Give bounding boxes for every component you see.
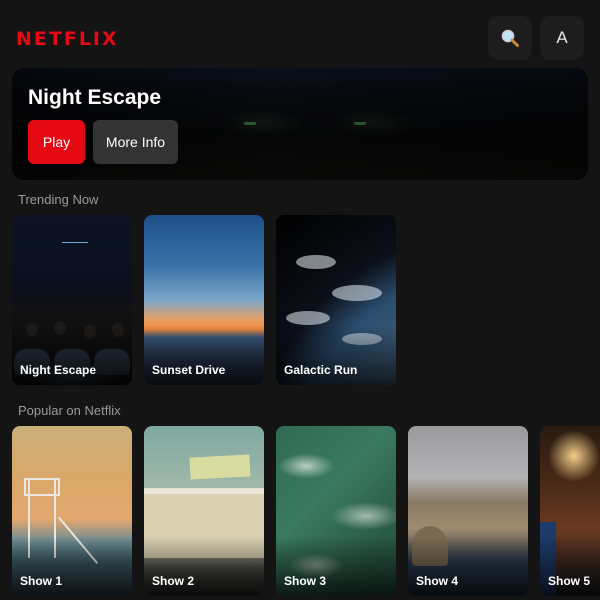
title-card[interactable]: Show 4 <box>408 426 528 596</box>
title-card[interactable]: Night Escape <box>12 215 132 385</box>
hero-banner: Night Escape Play More Info <box>12 68 588 180</box>
title-card[interactable]: Sunset Drive <box>144 215 264 385</box>
title-card[interactable]: Galactic Run <box>276 215 396 385</box>
row-title-trending: Trending Now <box>18 192 99 207</box>
play-button[interactable]: Play <box>28 120 85 164</box>
profile-button[interactable]: A <box>540 16 584 60</box>
profile-initial: A <box>556 28 568 47</box>
search-button[interactable] <box>488 16 532 60</box>
title-card[interactable]: Show 3 <box>276 426 396 596</box>
card-label: Galactic Run <box>284 363 358 377</box>
card-label: Show 2 <box>152 574 195 588</box>
more-info-button[interactable]: More Info <box>93 120 178 164</box>
netflix-logo[interactable]: NETFLIX <box>16 28 119 50</box>
title-card[interactable]: Show 5 <box>540 426 600 596</box>
card-label: Show 4 <box>416 574 459 588</box>
card-label: Night Escape <box>20 363 97 377</box>
hero-title: Night Escape <box>28 86 162 109</box>
card-label: Show 5 <box>548 574 591 588</box>
title-card[interactable]: Show 2 <box>144 426 264 596</box>
card-label: Sunset Drive <box>152 363 226 377</box>
card-label: Show 3 <box>284 574 327 588</box>
search-icon <box>501 29 519 47</box>
card-label: Show 1 <box>20 574 63 588</box>
title-card[interactable]: Show 1 <box>12 426 132 596</box>
row-title-popular: Popular on Netflix <box>18 403 121 418</box>
